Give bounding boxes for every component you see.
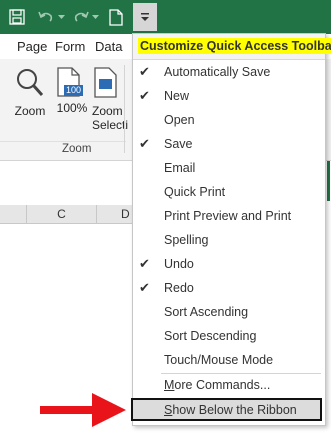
magnifier-icon <box>17 69 44 97</box>
menu-item-label: More Commands... <box>164 378 271 392</box>
menu-item-more-commands[interactable]: More Commands... <box>133 373 325 397</box>
redo-dropdown-icon[interactable] <box>91 6 99 28</box>
zoom-to-selection-button[interactable]: Zoom Selecti <box>92 67 129 132</box>
menu-item-label: Sort Descending <box>164 329 257 343</box>
page-100-icon: 100 <box>57 67 87 99</box>
zoom-selection-label-2: Selecti <box>92 118 129 132</box>
zoom-group-label: Zoom <box>62 143 92 155</box>
customize-qat-dropdown-icon[interactable] <box>133 3 157 31</box>
menu-item-label: Sort Ascending <box>164 305 249 319</box>
checkmark-icon: ✔ <box>139 136 150 151</box>
zoom-selection-icon <box>94 67 117 98</box>
customize-qat-menu: Customize Quick Access Toolbar ✔ Automat… <box>131 33 331 426</box>
menu-item-label: Spelling <box>164 233 209 247</box>
ribbon-vertical-divider <box>124 65 125 153</box>
menu-item-label: Automatically Save <box>164 65 271 79</box>
menu-item-touch-mouse-mode[interactable]: Touch/Mouse Mode <box>133 348 325 372</box>
menu-item-label: Touch/Mouse Mode <box>164 353 274 367</box>
corner-header[interactable] <box>0 205 27 224</box>
menu-item-save[interactable]: ✔ Save <box>133 132 325 156</box>
redo-icon[interactable] <box>71 6 91 28</box>
menu-item-open[interactable]: Open <box>133 108 325 132</box>
menu-header: Customize Quick Access Toolbar <box>133 34 331 60</box>
zoom-button-label: Zoom <box>14 104 46 118</box>
menu-item-email[interactable]: Email <box>133 156 325 180</box>
undo-icon[interactable] <box>35 6 57 28</box>
checkmark-icon: ✔ <box>139 280 150 295</box>
menu-item-label: Email <box>164 161 196 175</box>
column-header-c[interactable]: C <box>27 205 97 224</box>
group-divider <box>0 141 126 142</box>
tab-formulas[interactable]: Form <box>55 39 85 54</box>
menu-item-automatically-save[interactable]: ✔ Automatically Save <box>133 60 325 84</box>
menu-item-print-preview[interactable]: Print Preview and Print <box>133 204 325 228</box>
menu-item-label: Print Preview and Print <box>164 209 292 223</box>
tab-data[interactable]: Data <box>95 39 122 54</box>
tab-page-layout[interactable]: Page <box>17 39 47 54</box>
menu-item-label: Undo <box>164 257 194 271</box>
menu-title: Customize Quick Access Toolbar <box>138 38 331 54</box>
menu-item-undo[interactable]: ✔ Undo <box>133 252 325 276</box>
menu-item-quick-print[interactable]: Quick Print <box>133 180 325 204</box>
active-cell-edge <box>327 161 330 201</box>
undo-dropdown-icon[interactable] <box>57 6 65 28</box>
red-arrow-icon <box>40 393 126 427</box>
menu-item-show-below-ribbon[interactable]: Show Below the Ribbon <box>131 398 322 421</box>
menu-item-sort-ascending[interactable]: Sort Ascending <box>133 300 325 324</box>
menu-item-new[interactable]: ✔ New <box>133 84 325 108</box>
menu-item-label: Save <box>164 137 193 151</box>
checkmark-icon: ✔ <box>139 256 150 271</box>
menu-item-label: Show Below the Ribbon <box>164 403 297 417</box>
hundred-percent-label: 100% <box>56 101 88 115</box>
save-icon[interactable] <box>6 6 28 28</box>
menu-item-label: Open <box>164 113 195 127</box>
menu-item-spelling[interactable]: Spelling <box>133 228 325 252</box>
new-document-icon[interactable] <box>106 6 126 28</box>
menu-item-label: Quick Print <box>164 185 226 199</box>
checkmark-icon: ✔ <box>139 88 150 103</box>
menu-item-label: Redo <box>164 281 194 295</box>
title-bar <box>0 0 331 34</box>
menu-item-redo[interactable]: ✔ Redo <box>133 276 325 300</box>
zoom-selection-label-1: Zoom <box>92 104 123 118</box>
hundred-percent-button[interactable]: 100 100% <box>54 67 90 115</box>
zoom-button[interactable]: Zoom <box>10 67 50 118</box>
column-header-d[interactable]: D <box>97 205 133 224</box>
menu-item-sort-descending[interactable]: Sort Descending <box>133 324 325 348</box>
menu-item-label: New <box>164 89 190 103</box>
checkmark-icon: ✔ <box>139 64 150 79</box>
hundred-badge: 100 <box>64 85 84 96</box>
